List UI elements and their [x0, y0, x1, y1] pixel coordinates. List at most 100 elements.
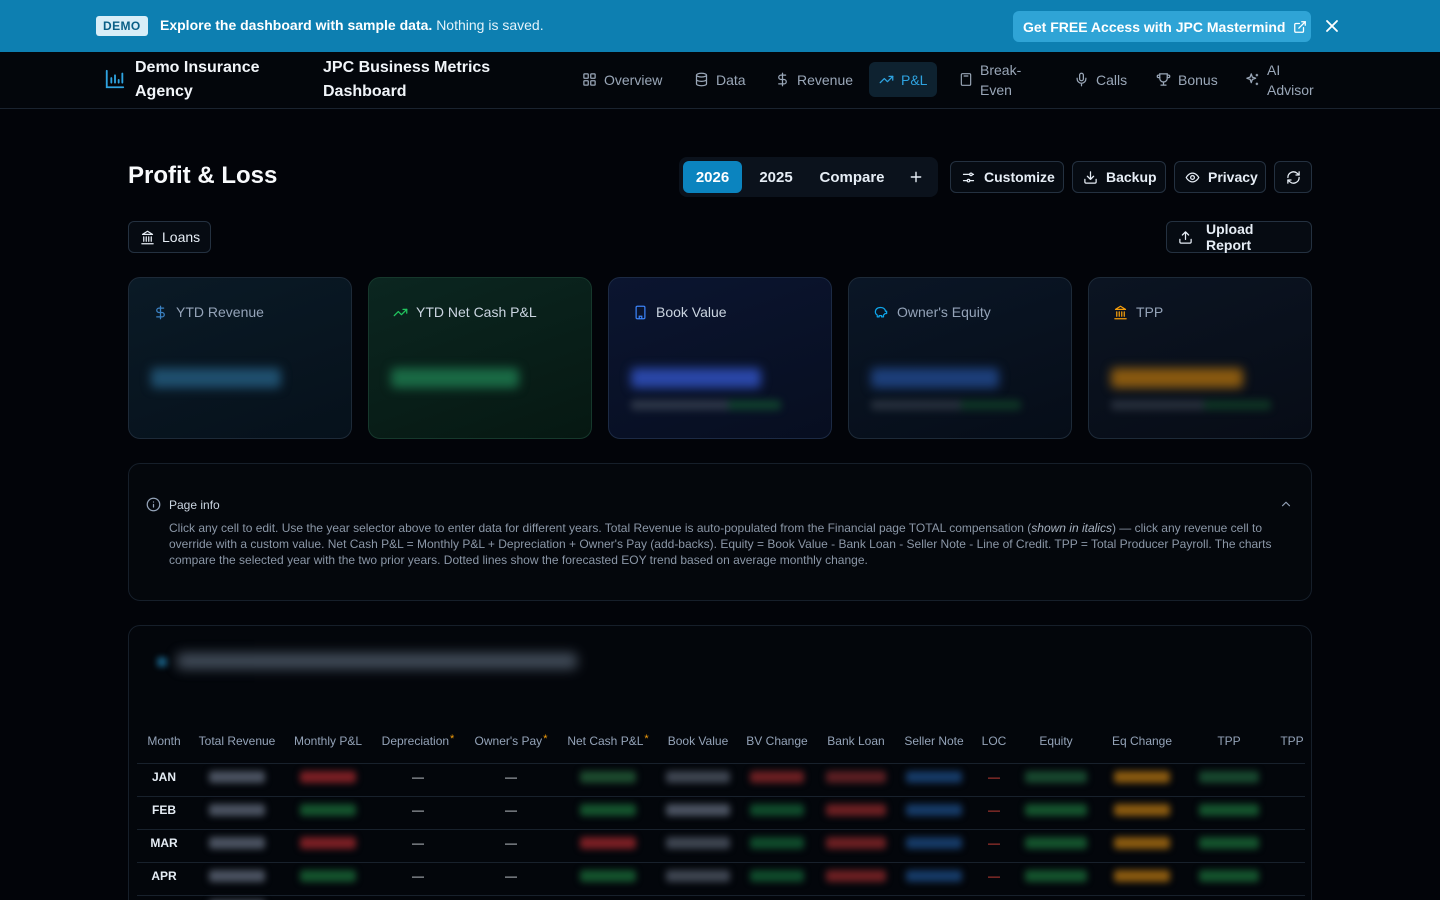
required-marker: * [543, 733, 548, 745]
table-cell-redacted[interactable] [750, 837, 804, 849]
table-cell-redacted[interactable] [750, 804, 804, 816]
column-header-net-cash-pnl[interactable]: Net Cash P&L* [567, 733, 648, 748]
nav-item-pnl[interactable]: P&L [869, 62, 938, 97]
kpi-subvalue-redacted [1111, 400, 1271, 410]
nav-item-ai-advisor[interactable]: AI Advisor [1235, 62, 1335, 98]
table-cell-redacted[interactable] [1025, 804, 1087, 816]
loc-cell[interactable]: — [988, 803, 1000, 817]
table-cell-redacted[interactable] [580, 804, 636, 816]
backup-button[interactable]: Backup [1072, 161, 1166, 193]
kpi-subvalue-redacted [871, 400, 1021, 410]
column-header-monthly-pnl[interactable]: Monthly P&L [294, 734, 362, 748]
add-year-button[interactable] [899, 161, 932, 193]
upload-report-button[interactable]: Upload Report [1166, 221, 1312, 253]
row-divider [137, 796, 1305, 797]
table-cell-redacted[interactable] [1114, 870, 1170, 882]
privacy-button[interactable]: Privacy [1174, 161, 1266, 193]
pnl-table-card: Month Total Revenue Monthly P&L Deprecia… [128, 625, 1312, 900]
nav-item-revenue[interactable]: Revenue [765, 62, 863, 97]
nav-item-overview[interactable]: Overview [572, 62, 672, 97]
loc-cell[interactable]: — [988, 770, 1000, 784]
table-cell-redacted[interactable] [1025, 771, 1087, 783]
page-info-toggle[interactable]: Page info [146, 497, 220, 512]
column-header-month[interactable]: Month [147, 734, 180, 748]
table-cell-redacted[interactable] [906, 837, 962, 849]
table-cell-redacted[interactable] [750, 771, 804, 783]
column-header-loc[interactable]: LOC [982, 734, 1007, 748]
year-2026-button[interactable]: 2026 [683, 161, 742, 193]
table-cell-redacted[interactable] [1199, 870, 1259, 882]
table-cell-redacted[interactable] [1025, 837, 1087, 849]
nav-item-break-even[interactable]: Break-Even [949, 62, 1039, 98]
table-cell-redacted[interactable] [1114, 837, 1170, 849]
table-cell-redacted[interactable] [300, 837, 356, 849]
table-cell-redacted[interactable] [666, 771, 730, 783]
depreciation-cell[interactable]: — [412, 836, 424, 850]
table-cell-redacted[interactable] [666, 804, 730, 816]
row-month-label: FEB [152, 803, 176, 817]
table-cell-redacted[interactable] [666, 837, 730, 849]
piggy-bank-icon [873, 305, 889, 320]
nav-item-bonus[interactable]: Bonus [1146, 62, 1228, 97]
column-header-tpp-2[interactable]: TPP [1280, 734, 1303, 748]
collapse-page-info-button[interactable] [1279, 497, 1293, 511]
table-cell-redacted[interactable] [209, 870, 265, 882]
table-cell-redacted[interactable] [826, 837, 886, 849]
table-cell-redacted[interactable] [300, 870, 356, 882]
table-cell-redacted[interactable] [209, 804, 265, 816]
depreciation-cell[interactable]: — [412, 770, 424, 784]
column-header-owners-pay[interactable]: Owner's Pay* [475, 733, 548, 748]
column-header-eq-change[interactable]: Eq Change [1112, 734, 1172, 748]
table-cell-redacted[interactable] [1025, 870, 1087, 882]
table-cell-redacted[interactable] [300, 771, 356, 783]
nav-item-calls[interactable]: Calls [1064, 62, 1137, 97]
depreciation-cell[interactable]: — [412, 803, 424, 817]
column-header-seller-note[interactable]: Seller Note [904, 734, 963, 748]
table-cell-redacted[interactable] [750, 870, 804, 882]
table-cell-redacted[interactable] [1114, 804, 1170, 816]
table-cell-redacted[interactable] [906, 804, 962, 816]
table-cell-redacted[interactable] [826, 771, 886, 783]
table-cell-redacted[interactable] [906, 870, 962, 882]
column-header-tpp[interactable]: TPP [1217, 734, 1240, 748]
mic-icon [1074, 72, 1089, 87]
loans-button[interactable]: Loans [128, 221, 211, 253]
table-cell-redacted[interactable] [209, 837, 265, 849]
column-header-total-revenue[interactable]: Total Revenue [199, 734, 276, 748]
column-header-equity[interactable]: Equity [1039, 734, 1072, 748]
column-header-depreciation[interactable]: Depreciation* [382, 733, 455, 748]
table-cell-redacted[interactable] [1199, 837, 1259, 849]
table-cell-redacted[interactable] [666, 870, 730, 882]
column-header-bv-change[interactable]: BV Change [746, 734, 807, 748]
get-free-access-button[interactable]: Get FREE Access with JPC Mastermind [1013, 11, 1311, 42]
depreciation-cell[interactable]: — [412, 869, 424, 883]
owners-pay-cell[interactable]: — [505, 770, 517, 784]
table-cell-redacted[interactable] [209, 771, 265, 783]
owners-pay-cell[interactable]: — [505, 869, 517, 883]
table-cell-redacted[interactable] [906, 771, 962, 783]
table-cell-redacted[interactable] [580, 870, 636, 882]
table-cell-redacted[interactable] [1114, 771, 1170, 783]
table-cell-redacted[interactable] [580, 771, 636, 783]
table-cell-redacted[interactable] [1199, 771, 1259, 783]
table-cell-redacted[interactable] [580, 837, 636, 849]
loc-cell[interactable]: — [988, 836, 1000, 850]
loc-cell[interactable]: — [988, 869, 1000, 883]
banner-message-strong: Explore the dashboard with sample data. [160, 17, 433, 33]
owners-pay-cell[interactable]: — [505, 803, 517, 817]
column-header-bank-loan[interactable]: Bank Loan [827, 734, 884, 748]
year-2025-button[interactable]: 2025 [746, 161, 806, 193]
refresh-button[interactable] [1274, 161, 1312, 193]
column-header-book-value[interactable]: Book Value [668, 734, 729, 748]
customize-button[interactable]: Customize [950, 161, 1064, 193]
plus-icon [910, 171, 921, 183]
table-cell-redacted[interactable] [826, 804, 886, 816]
owners-pay-cell[interactable]: — [505, 836, 517, 850]
table-cell-redacted[interactable] [826, 870, 886, 882]
table-cell-redacted[interactable] [1199, 804, 1259, 816]
nav-item-data[interactable]: Data [684, 62, 756, 97]
table-cell-redacted[interactable] [300, 804, 356, 816]
compare-button[interactable]: Compare [811, 161, 893, 193]
agency-name[interactable]: Demo Insurance Agency [135, 56, 285, 104]
close-banner-button[interactable] [1322, 16, 1342, 36]
